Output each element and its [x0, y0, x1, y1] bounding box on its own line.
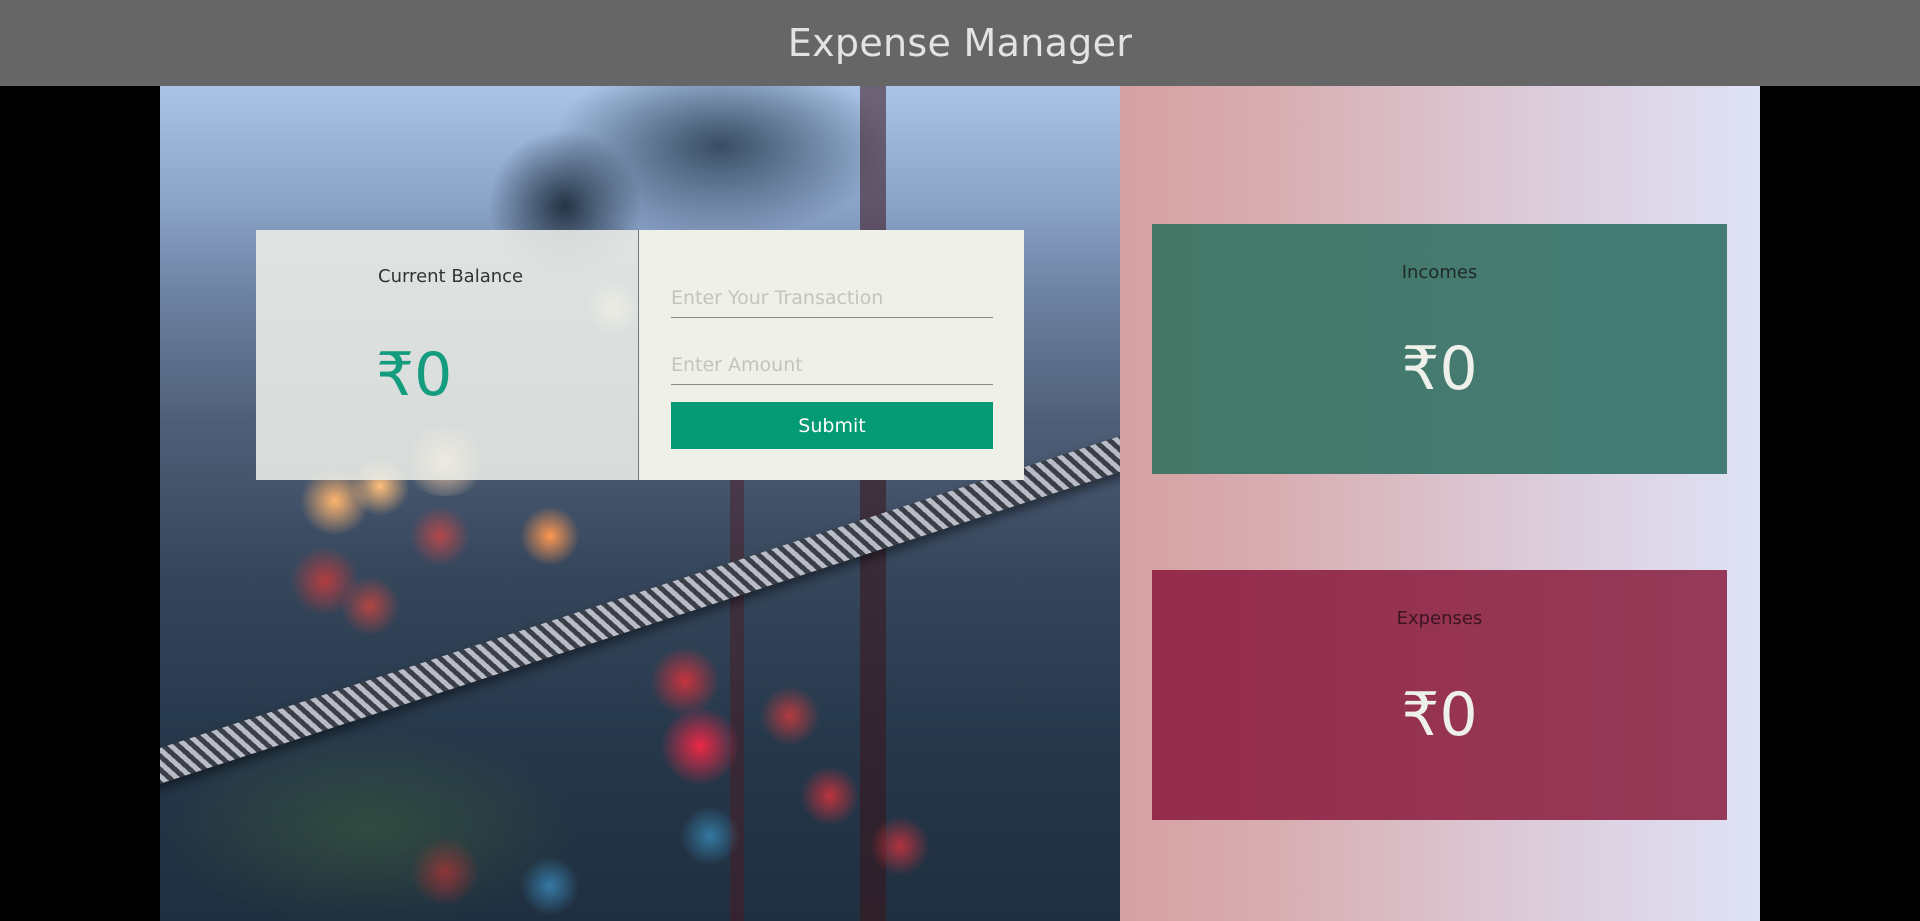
- income-value: ₹0: [1401, 334, 1478, 404]
- submit-button[interactable]: Submit: [671, 402, 993, 449]
- transaction-form: Submit: [639, 230, 1024, 480]
- balance-value: ₹0: [376, 340, 453, 410]
- balance-card: Current Balance ₹0: [256, 230, 639, 480]
- app-title: Expense Manager: [787, 21, 1133, 65]
- bokeh-light: [650, 646, 720, 716]
- bokeh-light: [340, 576, 400, 636]
- bokeh-light: [660, 706, 740, 786]
- app-header: Expense Manager: [0, 0, 1920, 86]
- bokeh-light: [760, 686, 820, 746]
- bokeh-light: [800, 766, 860, 826]
- income-label: Incomes: [1401, 262, 1478, 283]
- expense-card: Expenses ₹0: [1152, 570, 1727, 820]
- income-card: Incomes ₹0: [1152, 224, 1727, 474]
- bokeh-light: [680, 806, 740, 866]
- bokeh-light: [520, 506, 580, 566]
- background-pole: [860, 86, 886, 921]
- balance-label: Current Balance: [378, 266, 524, 287]
- expense-label: Expenses: [1396, 608, 1483, 629]
- bokeh-light: [410, 506, 470, 566]
- background-photo: [160, 86, 1120, 921]
- amount-input[interactable]: [671, 345, 993, 385]
- transaction-input[interactable]: [671, 278, 993, 318]
- bokeh-light: [870, 816, 930, 876]
- expense-value: ₹0: [1401, 680, 1478, 750]
